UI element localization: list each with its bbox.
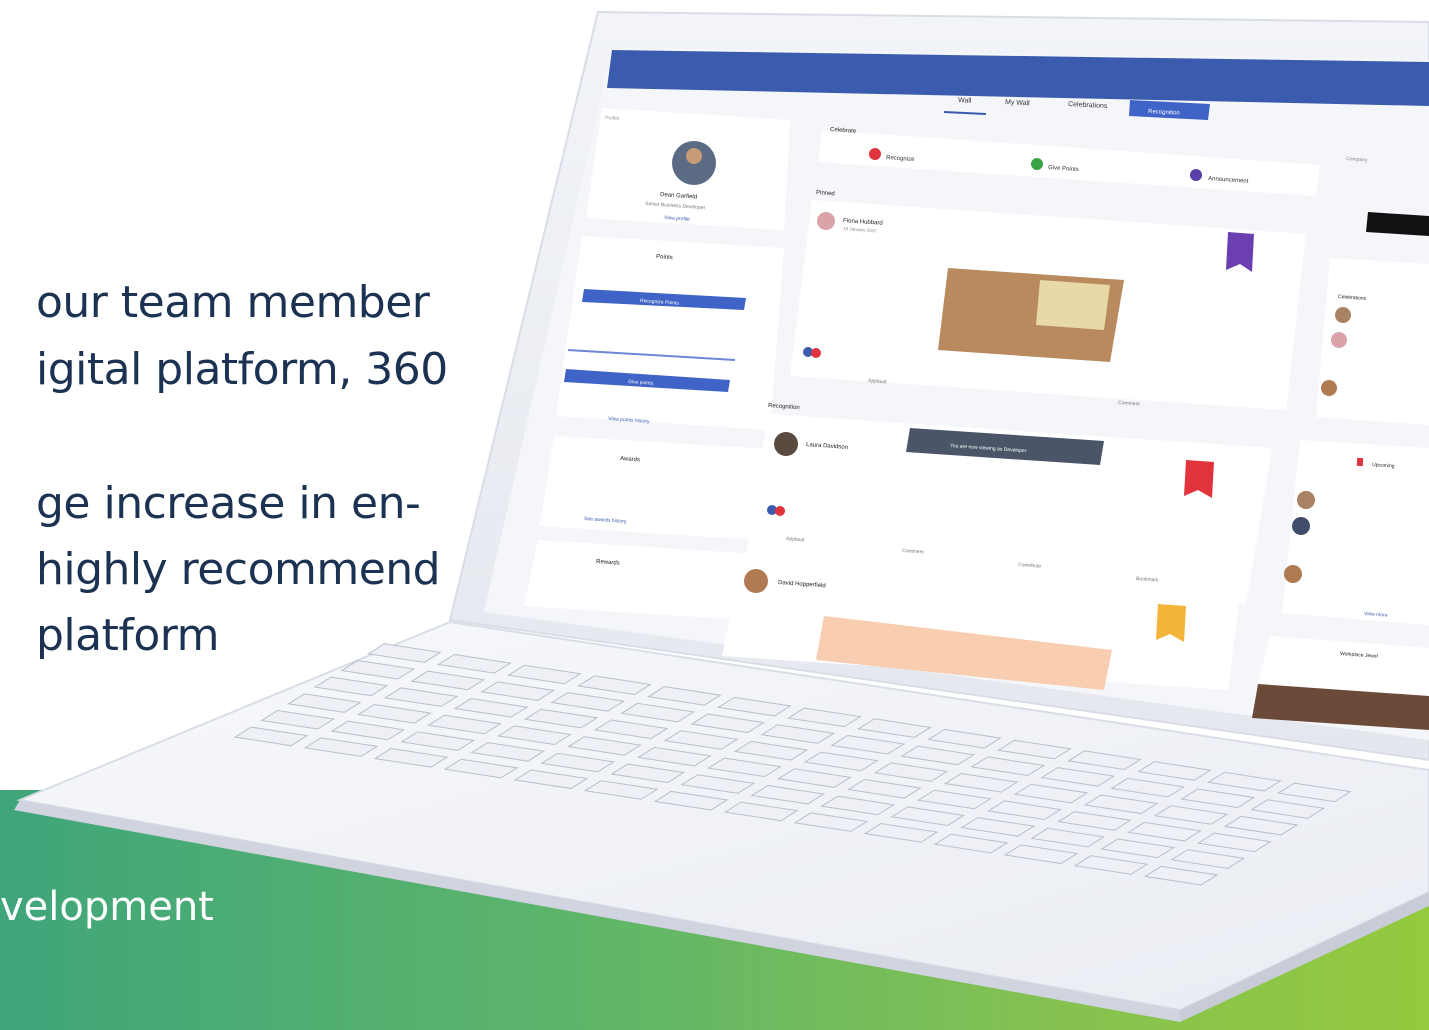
- celebration-avatar-3: [1321, 380, 1337, 396]
- rewards-card: [524, 540, 756, 620]
- recognition-reaction-icon-2: [775, 506, 785, 516]
- profile-caption: Profile: [605, 115, 620, 122]
- points-title: Points: [656, 254, 673, 261]
- give-points-icon: [1031, 158, 1043, 170]
- upcoming-avatar-1: [1297, 491, 1315, 509]
- announcement-icon: [1190, 169, 1202, 181]
- pinned-author-avatar: [817, 212, 835, 230]
- post-photo-whiteboard: [1036, 280, 1110, 330]
- laptop-illustration: Wall My Wall Celebrations Recognition Pr…: [14, 10, 1429, 1022]
- awards-card: [540, 436, 770, 540]
- third-author-avatar: [744, 569, 768, 593]
- celebration-avatar-1: [1335, 307, 1351, 323]
- celebration-avatar-2: [1331, 332, 1347, 348]
- upcoming-icon: [1356, 457, 1364, 467]
- recognize-icon: [869, 148, 881, 160]
- tab-wall[interactable]: Wall: [958, 97, 972, 105]
- points-card: [556, 236, 784, 430]
- upcoming-avatar-2: [1292, 517, 1310, 535]
- avatar-face: [686, 148, 702, 164]
- reaction-icon-2: [811, 348, 821, 358]
- tab-my-wall[interactable]: My Wall: [1005, 99, 1030, 107]
- app-store-badge[interactable]: [1366, 212, 1429, 236]
- recognition-author-avatar: [774, 432, 798, 456]
- upcoming-avatar-3: [1284, 565, 1302, 583]
